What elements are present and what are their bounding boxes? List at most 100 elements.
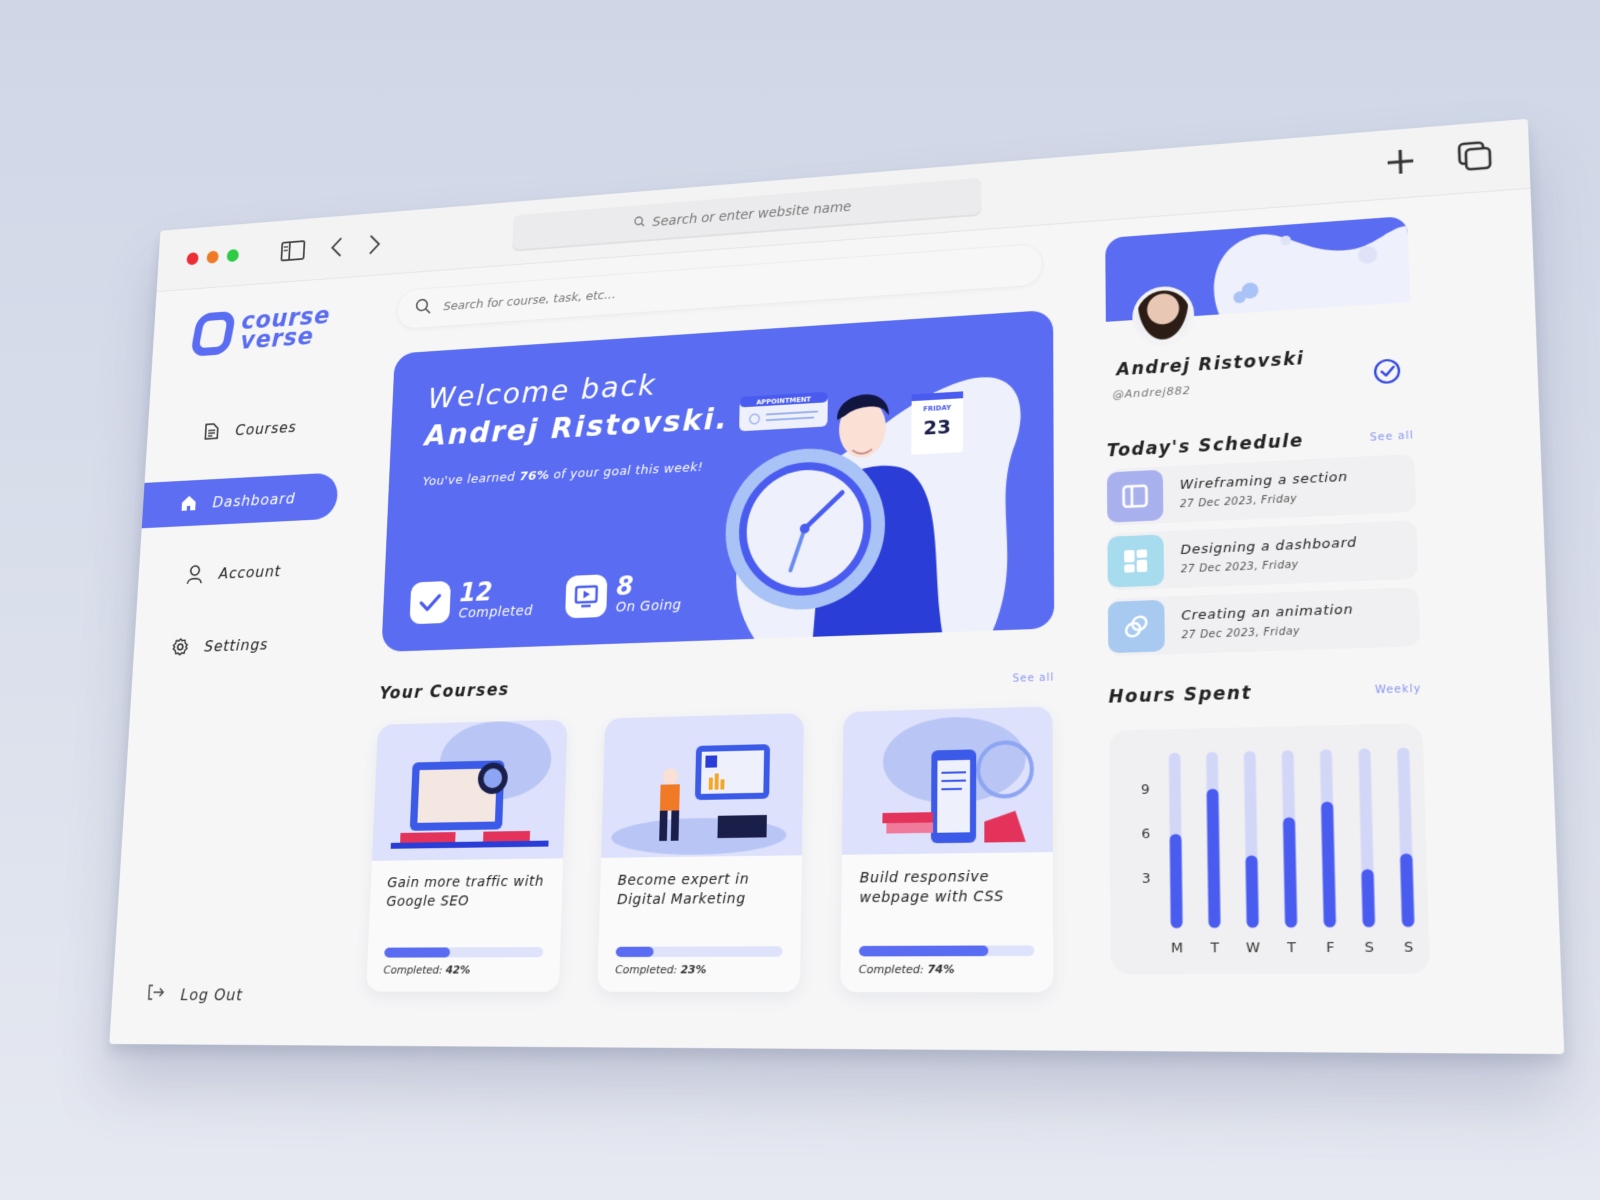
search-input[interactable] (443, 262, 967, 314)
completed-value: 23% (680, 962, 707, 977)
sidebar-item-label: Dashboard (212, 488, 296, 511)
search-icon (634, 215, 645, 231)
sidebar-item-label: Courses (235, 417, 298, 439)
schedule-item-title: Creating an animation (1181, 602, 1354, 624)
profile-card: Andrej Ristovski @Andrej882 (1105, 215, 1412, 402)
course-illustration-seo (371, 719, 568, 861)
stat-completed: 12 Completed (409, 577, 534, 625)
bar-4[interactable] (1327, 808, 1330, 922)
tabs-overview-icon[interactable] (1457, 139, 1493, 176)
appointment-card: APPOINTMENT (739, 391, 828, 432)
sidebar-nav: Courses Dashboard Account Settings (133, 399, 363, 671)
y-tick-label: 6 (1141, 826, 1150, 842)
verified-check-icon (1373, 357, 1402, 389)
play-screen-icon (565, 574, 608, 619)
course-progress-label: Completed: 23% (598, 957, 801, 977)
course-card[interactable]: Become expert in Digital Marketing Compl… (597, 713, 804, 993)
completed-label: Completed: (858, 962, 924, 977)
right-panel: Andrej Ristovski @Andrej882 Today's Sche… (1079, 197, 1448, 1053)
hours-bar-chart: 3 6 9 M T W T F S S (1141, 723, 1430, 957)
course-progress-fill (858, 945, 989, 957)
course-progress-label: Completed: 42% (367, 957, 560, 976)
goal-text-suffix: of your goal this week! (549, 460, 704, 483)
brand-logo[interactable]: course verse (152, 301, 367, 359)
sidebar-toggle-icon[interactable] (280, 240, 305, 261)
sidebar-item-account[interactable]: Account (137, 544, 356, 600)
address-placeholder: Search or enter website name (652, 198, 852, 230)
goal-percent: 76% (519, 468, 550, 485)
layout-icon (1106, 469, 1164, 523)
courses-header: Your Courses See all (379, 663, 1054, 703)
completed-label: Completed: (383, 963, 443, 977)
course-title: Gain more traffic with Google SEO (386, 873, 545, 910)
hero-goal-text: You've learned 76% of your goal this wee… (422, 460, 703, 489)
stat-completed-value: 12 (458, 578, 494, 609)
x-tick-label: T (1209, 940, 1219, 957)
course-card[interactable]: Build responsive webpage with CSS Comple… (840, 706, 1054, 993)
logo-mark-icon (189, 310, 237, 357)
minimize-window-button[interactable] (206, 250, 219, 264)
course-illustration-marketing (601, 713, 804, 858)
user-icon (186, 565, 204, 584)
course-progress-fill (384, 947, 451, 958)
sidebar-item-label: Settings (203, 634, 269, 655)
x-tick-label: F (1326, 940, 1335, 957)
stat-ongoing-value: 8 (616, 572, 634, 602)
bar-0[interactable] (1176, 840, 1177, 922)
hours-title: Hours Spent (1108, 682, 1253, 708)
maximize-window-button[interactable] (226, 248, 240, 262)
new-tab-plus-icon[interactable] (1384, 145, 1417, 181)
x-tick-label: W (1246, 940, 1261, 957)
schedule-item[interactable]: Designing a dashboard 27 Dec 2023, Frida… (1107, 520, 1419, 591)
course-progress-bar (384, 947, 544, 958)
schedule-item-title: Wireframing a section (1179, 469, 1349, 494)
bar-1[interactable] (1213, 795, 1215, 922)
courses-title: Your Courses (379, 680, 510, 704)
hours-period-selector[interactable]: Weekly (1375, 683, 1422, 696)
close-window-button[interactable] (186, 251, 199, 265)
course-card[interactable]: Gain more traffic with Google SEO Comple… (366, 719, 568, 992)
schedule-title: Today's Schedule (1106, 430, 1305, 462)
course-illustration-css (841, 706, 1053, 855)
forward-arrow-icon[interactable] (368, 233, 381, 255)
schedule-item-date: 27 Dec 2023, Friday (1180, 559, 1299, 576)
bar-6[interactable] (1406, 860, 1408, 921)
schedule-item-date: 27 Dec 2023, Friday (1179, 493, 1298, 511)
bar-3[interactable] (1289, 823, 1291, 921)
x-tick-label: S (1365, 940, 1375, 957)
schedule-see-all-link[interactable]: See all (1370, 430, 1414, 444)
gear-icon (171, 637, 189, 656)
courses-see-all-link[interactable]: See all (1013, 672, 1055, 685)
app-body: course verse Courses Dashboard Account S… (109, 189, 1564, 1054)
bar-5[interactable] (1368, 875, 1369, 921)
main-content: Welcome back Andrej Ristovski. You've le… (332, 223, 1083, 1051)
schedule-item-date: 27 Dec 2023, Friday (1181, 625, 1301, 642)
dashboard-grid-icon (1107, 534, 1165, 588)
course-progress-label: Completed: 74% (840, 956, 1053, 977)
x-tick-label: S (1404, 939, 1414, 956)
schedule-item-title: Designing a dashboard (1180, 535, 1358, 559)
logout-icon (147, 984, 166, 1006)
sidebar-item-courses[interactable]: Courses (146, 399, 363, 457)
y-tick-label: 3 (1142, 871, 1151, 887)
document-icon (203, 422, 221, 441)
calendar-date: 23 (923, 415, 951, 439)
x-tick-label: T (1286, 940, 1296, 957)
sidebar-item-settings[interactable]: Settings (133, 617, 353, 672)
hours-chart: 3 6 9 M T W T F S S (1108, 722, 1430, 975)
course-title: Build responsive webpage with CSS (859, 868, 1004, 907)
bar-2[interactable] (1252, 861, 1253, 921)
schedule-item[interactable]: Creating an animation 27 Dec 2023, Frida… (1107, 587, 1421, 657)
logout-button[interactable]: Log Out (147, 984, 244, 1006)
schedule-item[interactable]: Wireframing a section 27 Dec 2023, Frida… (1106, 453, 1417, 526)
home-icon (180, 494, 198, 513)
animation-rings-icon (1107, 599, 1165, 654)
back-arrow-icon[interactable] (330, 236, 343, 258)
course-title: Become expert in Digital Marketing (616, 871, 750, 909)
completed-value: 42% (445, 963, 471, 977)
stage: Search or enter website name course vers… (0, 0, 1600, 1200)
completed-label: Completed: (615, 963, 678, 977)
course-progress-bar (858, 945, 1035, 957)
sidebar-item-dashboard[interactable]: Dashboard (141, 472, 339, 529)
stat-completed-label: Completed (458, 603, 534, 622)
